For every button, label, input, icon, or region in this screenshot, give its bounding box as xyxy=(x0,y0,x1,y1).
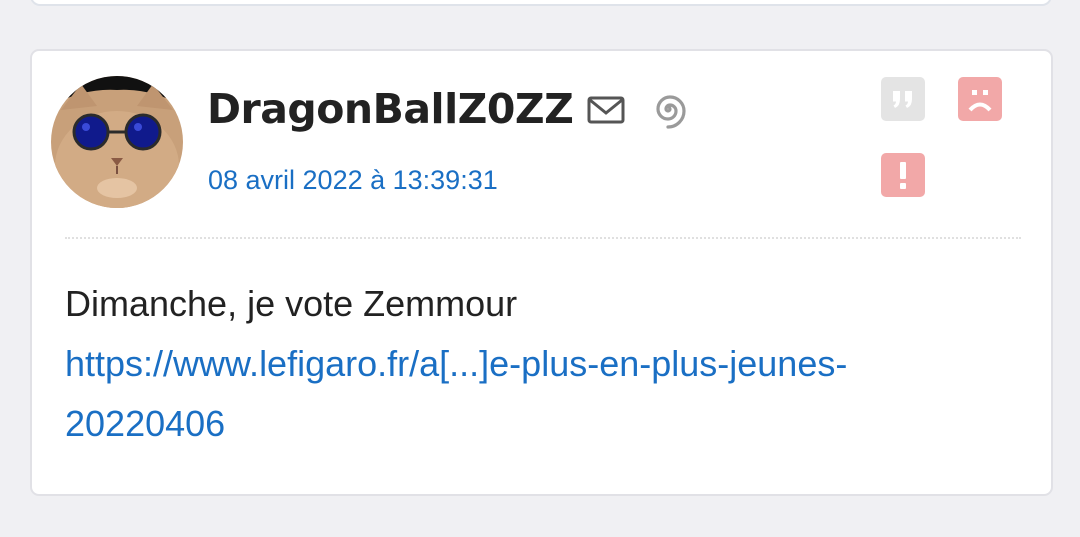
post-date[interactable]: 08 avril 2022 à 13:39:31 xyxy=(208,165,498,196)
message-link-line1[interactable]: https://www.lefigaro.fr/a[...]e-plus-en-… xyxy=(65,334,1025,394)
exclamation-icon xyxy=(900,162,906,189)
quote-button[interactable] xyxy=(881,77,925,121)
spiral-icon[interactable] xyxy=(648,89,688,129)
post-message: Dimanche, je vote Zemmour https://www.le… xyxy=(65,274,1025,454)
forum-post: DragonBallZ0ZZ 08 avril 2022 à 13:39:31 xyxy=(30,49,1053,496)
report-button[interactable] xyxy=(881,153,925,197)
quote-icon xyxy=(893,91,912,108)
previous-post-card xyxy=(30,0,1052,6)
dislike-button[interactable] xyxy=(958,77,1002,121)
header-divider xyxy=(65,237,1021,239)
message-link-line2[interactable]: 20220406 xyxy=(65,394,1025,454)
username[interactable]: DragonBallZ0ZZ xyxy=(207,85,574,133)
user-avatar[interactable] xyxy=(51,76,183,208)
mail-icon[interactable] xyxy=(587,94,625,126)
sad-face-icon xyxy=(968,90,992,112)
message-text: Dimanche, je vote Zemmour xyxy=(65,283,518,324)
